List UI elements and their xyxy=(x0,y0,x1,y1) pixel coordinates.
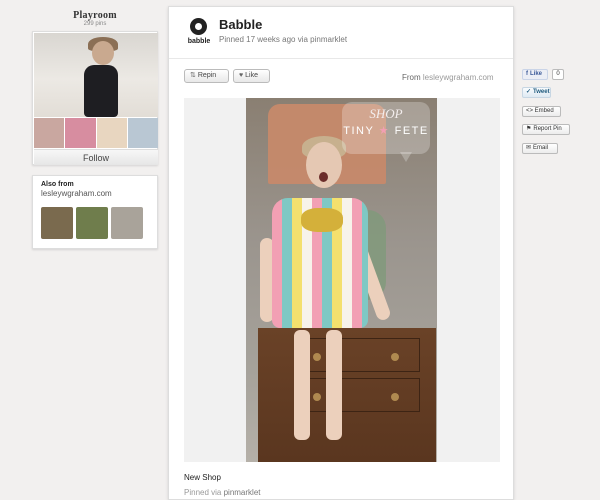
cover-figure-dress xyxy=(84,65,118,117)
pin-footer-prefix: Pinned via xyxy=(184,488,222,497)
from-source: From lesleywgraham.com xyxy=(402,73,494,82)
board-thumbnail[interactable] xyxy=(127,118,158,148)
board-thumbnails xyxy=(34,118,158,148)
flag-icon: ⚑ xyxy=(526,126,532,132)
cover-figure-head xyxy=(92,41,114,65)
board-thumbnail[interactable] xyxy=(65,118,96,148)
report-pin-button[interactable]: ⚑ Report Pin xyxy=(522,124,570,135)
also-from-domain[interactable]: lesleywgraham.com xyxy=(41,189,149,198)
badge-name: TINY ★ FETE xyxy=(342,124,430,137)
tweet-button[interactable]: ✓ Tweet xyxy=(522,87,551,98)
board-cover-image[interactable] xyxy=(34,33,158,117)
twitter-icon: ✓ xyxy=(526,89,532,95)
heart-icon: ♥ xyxy=(239,72,244,79)
pin-source-name[interactable]: Babble xyxy=(219,17,262,32)
report-pin-label: Report Pin xyxy=(533,126,562,132)
photo-child-mouth xyxy=(319,172,328,182)
star-icon: ★ xyxy=(378,125,391,137)
babble-logo[interactable]: babble xyxy=(185,16,213,52)
board-title[interactable]: Playroom xyxy=(32,10,158,21)
pin-image-frame: SHOP TINY ★ FETE xyxy=(184,98,500,462)
email-label: Email xyxy=(533,145,549,151)
badge-name-right: FETE xyxy=(394,125,429,137)
photo-child-leg xyxy=(326,330,342,440)
repin-icon: ⇅ xyxy=(190,72,196,79)
pin-footer-source[interactable]: pinmarklet xyxy=(224,488,261,497)
badge-tail xyxy=(400,152,412,162)
facebook-like-label: Like xyxy=(530,71,543,77)
also-from-card: Also from lesleywgraham.com xyxy=(32,175,158,249)
photo-drawer xyxy=(294,378,420,412)
follow-button[interactable]: Follow xyxy=(34,149,158,165)
photo-child-leg xyxy=(294,330,310,440)
pin-image[interactable]: SHOP TINY ★ FETE xyxy=(246,98,437,462)
repin-label: Repin xyxy=(197,72,217,79)
badge-shop-text: SHOP xyxy=(369,106,403,121)
email-button[interactable]: ✉ Email xyxy=(522,143,558,154)
also-from-thumbnails xyxy=(41,207,143,239)
facebook-like-count: 0 xyxy=(552,69,564,80)
babble-logo-text: babble xyxy=(187,38,211,45)
email-icon: ✉ xyxy=(526,145,532,151)
from-domain-link[interactable]: lesleywgraham.com xyxy=(423,73,494,82)
also-from-thumbnail[interactable] xyxy=(111,207,143,239)
photo-knob xyxy=(313,353,321,361)
photo-knob xyxy=(391,393,399,401)
pin-panel: babble Babble Pinned 17 weeks ago via pi… xyxy=(168,6,514,500)
tiny-fete-badge: SHOP TINY ★ FETE xyxy=(342,102,430,162)
photo-knob xyxy=(313,393,321,401)
tweet-label: Tweet xyxy=(533,89,550,95)
like-label: Like xyxy=(245,72,258,79)
pin-footer: Pinned via pinmarklet xyxy=(184,488,261,497)
board-thumbnail[interactable] xyxy=(96,118,127,148)
pin-description: New Shop xyxy=(184,473,221,482)
also-from-thumbnail[interactable] xyxy=(76,207,108,239)
board-pin-count: 299 pins xyxy=(83,21,107,27)
photo-knob xyxy=(391,353,399,361)
facebook-icon: f xyxy=(526,71,528,77)
board-thumbnail[interactable] xyxy=(34,118,65,148)
pin-header: babble Babble Pinned 17 weeks ago via pi… xyxy=(169,7,513,59)
also-from-thumbnail[interactable] xyxy=(41,207,73,239)
from-prefix: From xyxy=(402,73,421,82)
facebook-like-button[interactable]: f Like xyxy=(522,69,548,80)
photo-drawer xyxy=(294,338,420,372)
babble-logo-icon xyxy=(190,18,207,35)
repin-button[interactable]: ⇅ Repin xyxy=(184,69,229,83)
like-button[interactable]: ♥ Like xyxy=(233,69,270,83)
board-card[interactable]: Follow xyxy=(32,31,158,165)
badge-name-left: TINY xyxy=(343,125,375,137)
also-from-title: Also from xyxy=(41,181,74,188)
photo-dresser xyxy=(258,328,436,462)
photo-child-bow xyxy=(301,208,343,232)
pin-meta: Pinned 17 weeks ago via pinmarklet xyxy=(219,35,348,44)
embed-button[interactable]: <> Embed xyxy=(522,106,561,117)
